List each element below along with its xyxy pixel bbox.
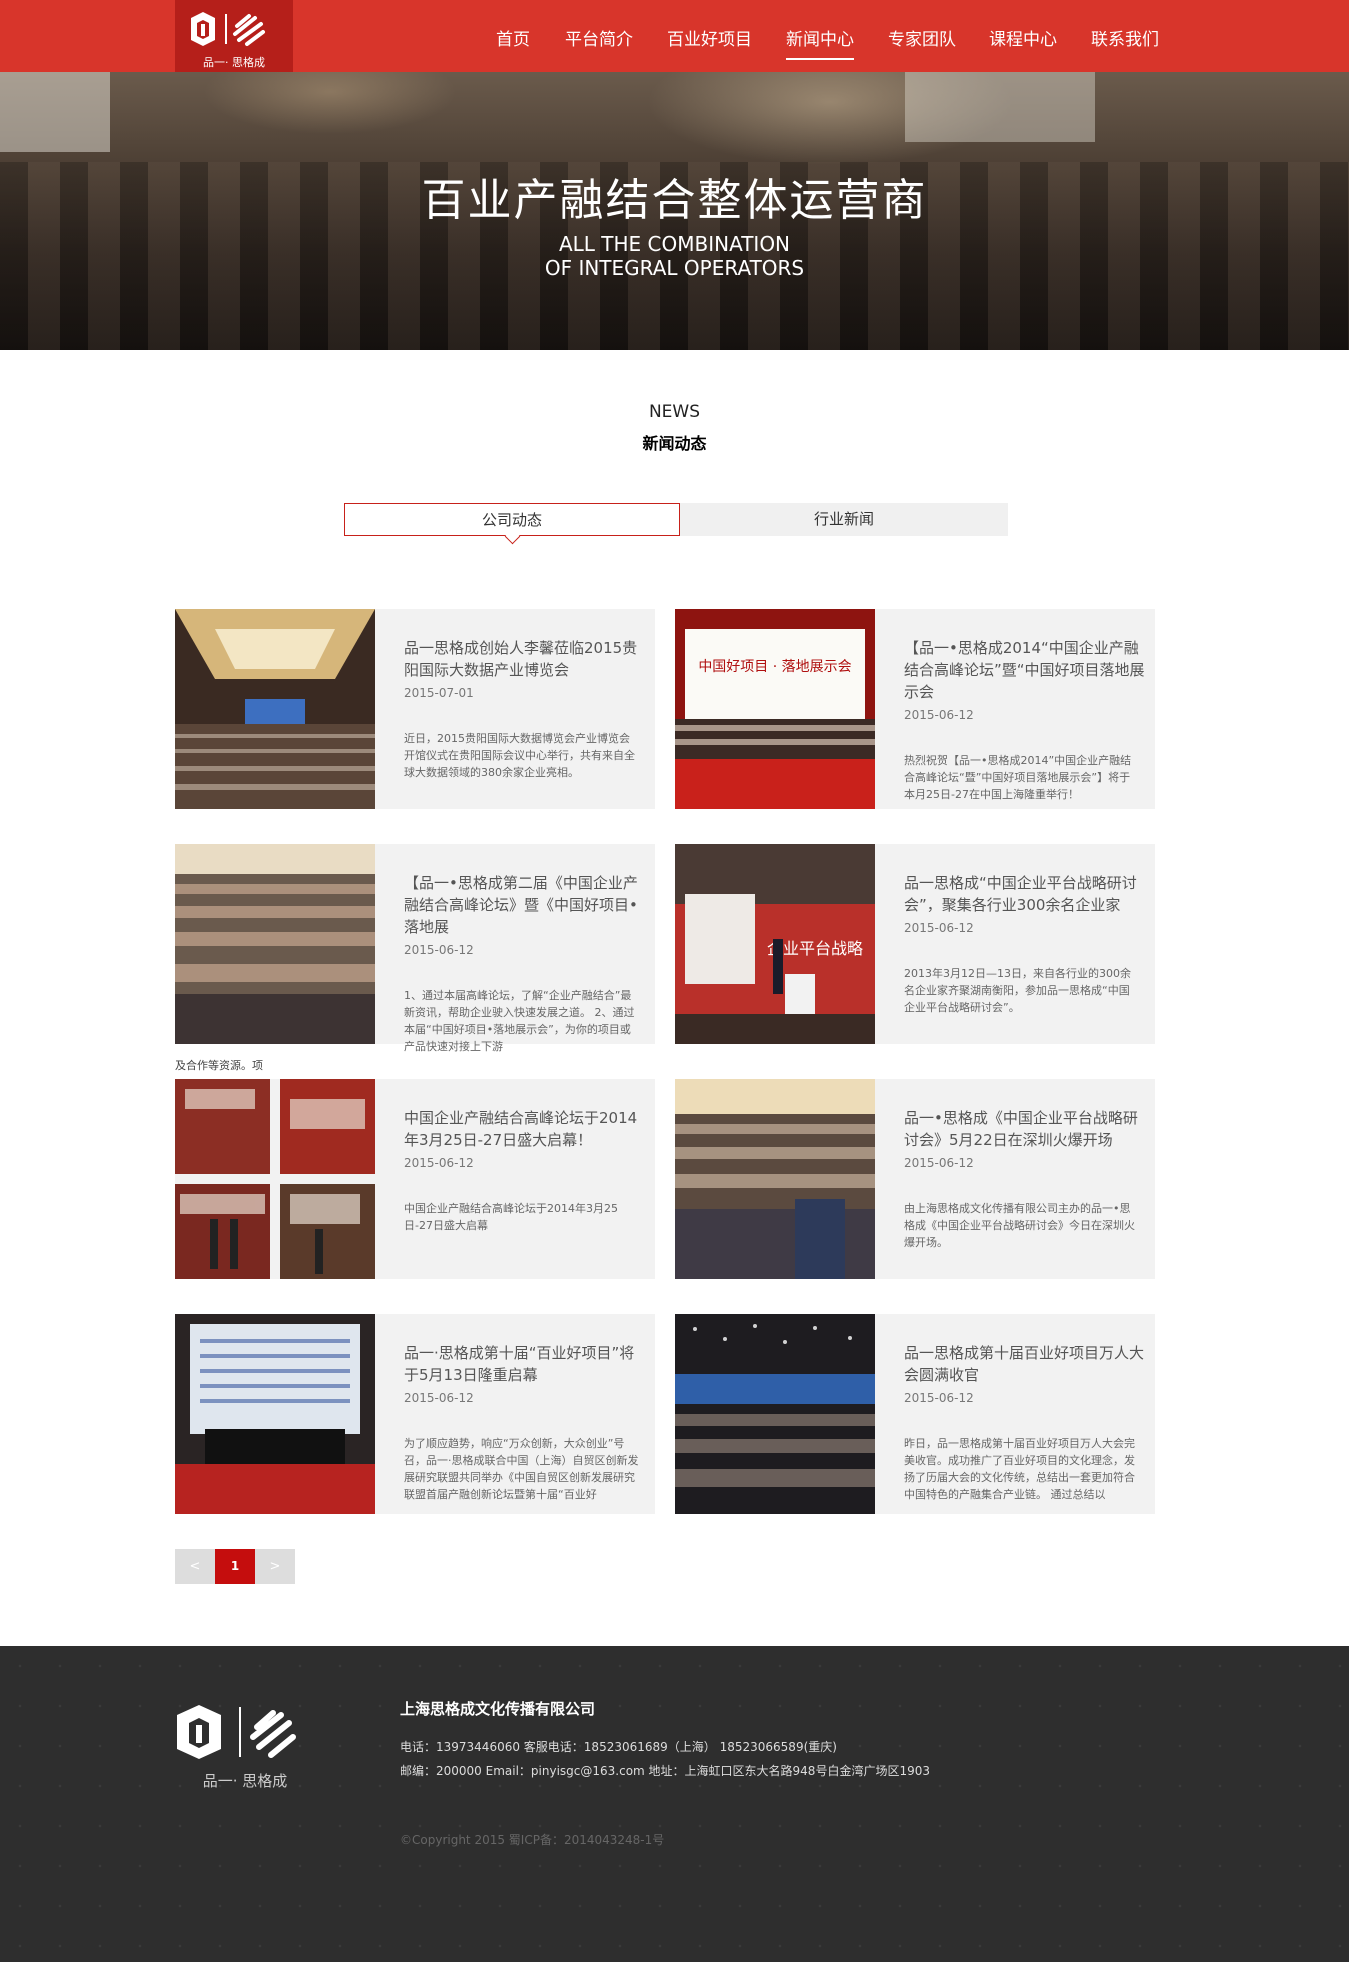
- logo-caption: 品一· 思格成: [203, 56, 265, 69]
- news-title[interactable]: 品一•思格成《中国企业平台战略研讨会》5月22日在深圳火爆开场: [904, 1107, 1149, 1151]
- nav-item-experts[interactable]: 专家团队: [888, 25, 956, 50]
- site-logo[interactable]: 品一· 思格成: [175, 0, 293, 72]
- news-title[interactable]: 品一思格成第十届百业好项目万人大会圆满收官: [904, 1342, 1149, 1386]
- news-title[interactable]: 【品一•思格成第二届《中国企业产融结合高峰论坛》暨《中国好项目•落地展: [404, 872, 649, 938]
- footer-contact-line: 电话：13973446060 客服电话：18523061689（上海） 1852…: [400, 1740, 837, 1754]
- footer-logo-caption: 品一· 思格成: [202, 1772, 288, 1790]
- news-card[interactable]: 企业平台战略 品一思格成“中国企业平台战略研讨会”，聚集各行业300余名企业家 …: [675, 844, 1155, 1044]
- news-title[interactable]: 【品一•思格成2014“中国企业产融结合高峰论坛”暨“中国好项目落地展示会: [904, 637, 1149, 703]
- section-title-cn: 新闻动态: [642, 434, 707, 453]
- tab-active-caret: [504, 528, 521, 545]
- news-thumbnail[interactable]: [675, 1079, 875, 1279]
- news-thumbnail[interactable]: [175, 844, 375, 1044]
- news-card[interactable]: 中国好项目 · 落地展示会 【品一•思格成2014“中国企业产融结合高峰论坛”暨…: [675, 609, 1155, 809]
- pagination-prev-button[interactable]: <: [175, 1549, 215, 1584]
- hero-banner: 百业产融结合整体运营商 ALL THE COMBINATION OF INTEG…: [0, 72, 1349, 350]
- pagination-current-page[interactable]: 1: [215, 1549, 255, 1584]
- news-thumbnail[interactable]: 中国好项目 · 落地展示会: [675, 609, 875, 809]
- banner-screen-image: [0, 72, 110, 152]
- news-thumbnail[interactable]: [175, 1314, 375, 1514]
- news-date: 2015-06-12: [404, 943, 474, 957]
- nav-item-courses[interactable]: 课程中心: [989, 25, 1057, 50]
- news-card[interactable]: 中国企业产融结合高峰论坛于2014年3月25日-27日盛大启幕！ 2015-06…: [175, 1079, 655, 1279]
- banner-subtitle-line1: ALL THE COMBINATION: [558, 232, 791, 256]
- tab-industry-news[interactable]: 行业新闻: [680, 503, 1008, 536]
- news-title[interactable]: 品一·思格成第十届“百业好项目”将于5月13日隆重启幕: [404, 1342, 649, 1386]
- footer-company-name: 上海思格成文化传播有限公司: [400, 1700, 596, 1718]
- banner-screen-image: [905, 72, 1095, 142]
- news-date: 2015-06-12: [904, 708, 974, 722]
- news-thumbnail[interactable]: 企业平台战略: [675, 844, 875, 1044]
- news-summary: 近日，2015贵阳国际大数据博览会产业博览会开馆仪式在贵阳国际会议中心举行，共有…: [404, 732, 635, 779]
- news-thumbnail[interactable]: [675, 1314, 875, 1514]
- banner-subtitle-line2: OF INTEGRAL OPERATORS: [544, 256, 805, 280]
- tab-company-news[interactable]: 公司动态: [344, 503, 680, 545]
- nav-item-contact[interactable]: 联系我们: [1091, 25, 1159, 50]
- news-card[interactable]: 品一•思格成《中国企业平台战略研讨会》5月22日在深圳火爆开场 2015-06-…: [675, 1079, 1155, 1279]
- news-date: 2015-06-12: [904, 921, 974, 935]
- news-date: 2015-06-12: [404, 1391, 474, 1405]
- tab-label: 公司动态: [481, 511, 542, 529]
- news-summary: 1、通过本届高峰论坛，了解“企业产融结合”最新资讯，帮助企业驶入快速发展之道。 …: [404, 989, 635, 1053]
- news-thumbnail[interactable]: [175, 609, 375, 809]
- tab-label: 行业新闻: [813, 510, 874, 528]
- nav-item-home[interactable]: 首页: [496, 25, 530, 50]
- news-title[interactable]: 品一思格成“中国企业平台战略研讨会”，聚集各行业300余名企业家: [904, 872, 1149, 916]
- news-summary: 2013年3月12日—13日，来自各行业的300余名企业家齐聚湖南衡阳，参加品一…: [904, 967, 1131, 1014]
- top-navigation-bar: 品一· 思格成 首页 平台简介 百业好项目 新闻中心 专家团队 课程中心 联系我…: [0, 0, 1349, 72]
- news-card[interactable]: 【品一•思格成第二届《中国企业产融结合高峰论坛》暨《中国好项目•落地展 2015…: [175, 844, 655, 1053]
- footer-copyright: ©Copyright 2015 蜀ICP备：2014043248-1号: [400, 1833, 665, 1847]
- news-summary: 热烈祝贺【品一•思格成2014”中国企业产融结合高峰论坛“暨”中国好项目落地展示…: [904, 754, 1132, 801]
- news-title[interactable]: 品一思格成创始人李馨莅临2015贵阳国际大数据产业博览会: [404, 637, 649, 681]
- news-date: 2015-07-01: [404, 686, 474, 700]
- news-card[interactable]: 品一思格成创始人李馨莅临2015贵阳国际大数据产业博览会 2015-07-01 …: [175, 609, 655, 809]
- footer-address-line: 邮编：200000 Email：pinyisgc@163.com 地址：上海虹口…: [400, 1764, 930, 1778]
- banner-title: 百业产融结合整体运营商: [421, 175, 928, 226]
- news-date: 2015-06-12: [404, 1156, 474, 1170]
- footer-logo-icon: [177, 1705, 296, 1759]
- news-summary: 由上海思格成文化传播有限公司主办的品一•思格成《中国企业平台战略研讨会》今日在深…: [904, 1202, 1135, 1249]
- nav-item-news[interactable]: 新闻中心: [786, 25, 854, 60]
- news-card[interactable]: 品一·思格成第十届“百业好项目”将于5月13日隆重启幕 2015-06-12 为…: [175, 1314, 655, 1514]
- news-summary: 为了顺应趋势，响应“万众创新，大众创业”号召，品一·思格成联合中国（上海）自贸区…: [404, 1437, 639, 1501]
- news-title[interactable]: 中国企业产融结合高峰论坛于2014年3月25日-27日盛大启幕！: [404, 1107, 649, 1151]
- section-title-en: NEWS: [648, 402, 701, 422]
- news-summary-overflow: 及合作等资源。项: [175, 1059, 263, 1072]
- news-date: 2015-06-12: [904, 1391, 974, 1405]
- news-card[interactable]: 品一思格成第十届百业好项目万人大会圆满收官 2015-06-12 昨日，品一思格…: [675, 1314, 1155, 1514]
- news-summary: 昨日，品一思格成第十届百业好项目万人大会完美收官。成功推广了百业好项目的文化理念…: [904, 1437, 1135, 1501]
- nav-item-projects[interactable]: 百业好项目: [667, 25, 752, 50]
- news-summary: 中国企业产融结合高峰论坛于2014年3月25日-27日盛大启幕: [404, 1202, 618, 1232]
- pagination-next-button[interactable]: >: [255, 1549, 295, 1584]
- logo-mark-icon: [191, 12, 265, 46]
- news-date: 2015-06-12: [904, 1156, 974, 1170]
- news-thumbnail[interactable]: [175, 1079, 375, 1279]
- nav-item-about[interactable]: 平台简介: [565, 25, 633, 50]
- thumbnail-banner-text: 中国好项目 · 落地展示会: [698, 659, 851, 675]
- footer: [0, 1646, 1349, 1962]
